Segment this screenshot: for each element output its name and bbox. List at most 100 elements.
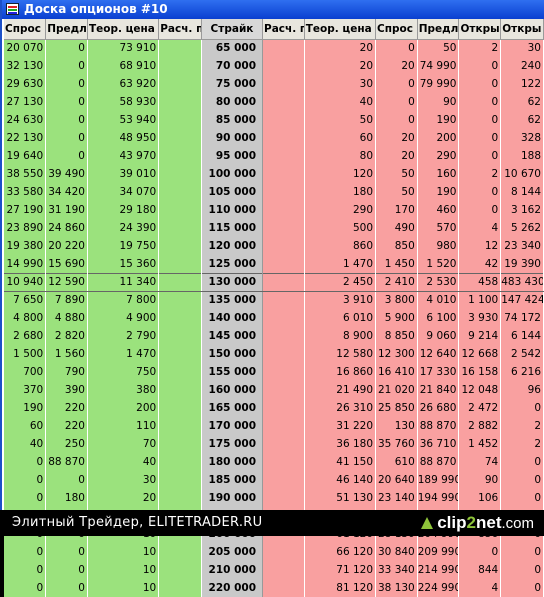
cell-put-oi[interactable]: 0 — [500, 471, 544, 489]
cell-put-oi[interactable]: 0 — [500, 453, 544, 471]
cell-put-calc[interactable] — [262, 345, 305, 363]
cell-call-theo[interactable]: 11 340 — [87, 272, 160, 292]
cell-put-bid[interactable]: 35 760 — [375, 435, 418, 453]
cell-strike[interactable]: 170 000 — [201, 417, 264, 435]
cell-strike[interactable]: 160 000 — [201, 381, 264, 399]
cell-call-oi[interactable]: 12 668 — [458, 345, 502, 363]
cell-put-calc[interactable] — [262, 111, 305, 129]
table-row[interactable]: 19 380 20 220 19 750 120 000 860 850 980 12 23 3… — [4, 237, 544, 255]
table-row[interactable]: 0 180 20 190 000 51 130 23 140 194 990 106 0 — [4, 489, 544, 507]
cell-call-calc[interactable] — [158, 435, 202, 453]
cell-put-theo[interactable]: 66 120 — [304, 543, 377, 561]
cell-call-ask[interactable]: 390 — [45, 381, 88, 399]
cell-call-oi[interactable]: 12 — [458, 237, 502, 255]
cell-call-theo[interactable]: 10 — [87, 561, 160, 579]
cell-put-ask[interactable]: 26 680 — [417, 399, 460, 417]
cell-call-bid[interactable]: 0 — [4, 453, 47, 471]
cell-put-calc[interactable] — [262, 183, 305, 201]
cell-put-theo[interactable]: 31 220 — [304, 417, 377, 435]
cell-call-oi[interactable]: 844 — [458, 561, 502, 579]
col-header-put-ask[interactable]: Предл — [417, 19, 460, 40]
cell-put-ask[interactable]: 17 330 — [417, 363, 460, 381]
cell-call-ask[interactable]: 0 — [45, 147, 88, 165]
cell-call-bid[interactable]: 19 640 — [4, 147, 47, 165]
col-header-call-ask[interactable]: Предл — [45, 19, 88, 40]
cell-call-theo[interactable]: 10 — [87, 543, 160, 561]
cell-call-oi[interactable]: 16 158 — [458, 363, 502, 381]
table-row[interactable]: 19 640 0 43 970 95 000 80 20 290 0 188 — [4, 147, 544, 165]
cell-call-calc[interactable] — [158, 75, 202, 93]
cell-call-oi[interactable]: 9 214 — [458, 327, 502, 345]
cell-call-theo[interactable]: 2 790 — [87, 327, 160, 345]
col-header-call-calc[interactable]: Расч. п — [158, 19, 202, 40]
cell-put-theo[interactable]: 80 — [304, 147, 377, 165]
cell-put-bid[interactable]: 25 850 — [375, 399, 418, 417]
cell-call-ask[interactable]: 0 — [45, 129, 88, 147]
col-header-strike[interactable]: Страйк — [201, 19, 264, 40]
cell-put-ask[interactable]: 9 060 — [417, 327, 460, 345]
cell-strike[interactable]: 120 000 — [201, 237, 264, 255]
cell-call-calc[interactable] — [158, 201, 202, 219]
cell-put-ask[interactable]: 79 990 — [417, 75, 460, 93]
cell-put-theo[interactable]: 71 120 — [304, 561, 377, 579]
cell-put-bid[interactable]: 21 020 — [375, 381, 418, 399]
cell-call-calc[interactable] — [158, 255, 202, 273]
table-row[interactable]: 4 800 4 880 4 900 140 000 6 010 5 900 6 100 3 9… — [4, 309, 544, 327]
table-row[interactable]: 20 070 0 73 910 65 000 20 0 50 2 30 — [4, 39, 544, 57]
cell-put-theo[interactable]: 26 310 — [304, 399, 377, 417]
cell-call-oi[interactable]: 2 — [458, 165, 502, 183]
cell-call-oi[interactable]: 0 — [458, 57, 502, 75]
cell-call-calc[interactable] — [158, 272, 202, 292]
cell-call-theo[interactable]: 30 — [87, 471, 160, 489]
cell-call-ask[interactable]: 0 — [45, 111, 88, 129]
cell-call-ask[interactable]: 4 880 — [45, 309, 88, 327]
cell-strike[interactable]: 220 000 — [201, 579, 264, 597]
cell-call-theo[interactable]: 20 — [87, 489, 160, 507]
cell-put-bid[interactable]: 38 130 — [375, 579, 418, 597]
cell-call-ask[interactable]: 31 190 — [45, 201, 88, 219]
cell-call-calc[interactable] — [158, 381, 202, 399]
cell-put-ask[interactable]: 200 — [417, 129, 460, 147]
cell-call-theo[interactable]: 39 010 — [87, 165, 160, 183]
cell-call-calc[interactable] — [158, 363, 202, 381]
cell-strike[interactable]: 65 000 — [201, 39, 264, 57]
cell-put-bid[interactable]: 850 — [375, 237, 418, 255]
cell-put-theo[interactable]: 16 860 — [304, 363, 377, 381]
col-header-put-theo[interactable]: Теор. цена — [304, 19, 377, 40]
cell-put-oi[interactable]: 122 — [500, 75, 544, 93]
cell-put-calc[interactable] — [262, 417, 305, 435]
cell-put-calc[interactable] — [262, 129, 305, 147]
cell-call-oi[interactable]: 0 — [458, 129, 502, 147]
cell-put-bid[interactable]: 0 — [375, 75, 418, 93]
cell-call-theo[interactable]: 73 910 — [87, 39, 160, 57]
cell-strike[interactable]: 155 000 — [201, 363, 264, 381]
cell-call-ask[interactable]: 20 220 — [45, 237, 88, 255]
cell-put-theo[interactable]: 8 900 — [304, 327, 377, 345]
cell-put-bid[interactable]: 130 — [375, 417, 418, 435]
col-header-put-bid[interactable]: Спрос — [375, 19, 418, 40]
cell-call-calc[interactable] — [158, 111, 202, 129]
cell-strike[interactable]: 175 000 — [201, 435, 264, 453]
cell-strike[interactable]: 190 000 — [201, 489, 264, 507]
cell-call-calc[interactable] — [158, 489, 202, 507]
cell-put-bid[interactable]: 5 900 — [375, 309, 418, 327]
cell-put-calc[interactable] — [262, 93, 305, 111]
cell-put-theo[interactable]: 20 — [304, 39, 377, 57]
cell-put-calc[interactable] — [262, 471, 305, 489]
cell-call-oi[interactable]: 74 — [458, 453, 502, 471]
cell-put-ask[interactable]: 21 840 — [417, 381, 460, 399]
cell-call-ask[interactable]: 39 490 — [45, 165, 88, 183]
cell-put-ask[interactable]: 189 990 — [417, 471, 460, 489]
col-header-call-oi[interactable]: Откры — [458, 19, 502, 40]
cell-call-bid[interactable]: 0 — [4, 471, 47, 489]
cell-put-theo[interactable]: 1 470 — [304, 255, 377, 273]
cell-call-theo[interactable]: 24 390 — [87, 219, 160, 237]
cell-strike[interactable]: 165 000 — [201, 399, 264, 417]
cell-put-theo[interactable]: 860 — [304, 237, 377, 255]
cell-put-ask[interactable]: 1 520 — [417, 255, 460, 273]
cell-call-bid[interactable]: 2 680 — [4, 327, 47, 345]
cell-call-oi[interactable]: 12 048 — [458, 381, 502, 399]
table-row[interactable]: 0 0 30 185 000 46 140 20 640 189 990 90 0 — [4, 471, 544, 489]
cell-call-oi[interactable]: 0 — [458, 93, 502, 111]
cell-strike[interactable]: 85 000 — [201, 111, 264, 129]
